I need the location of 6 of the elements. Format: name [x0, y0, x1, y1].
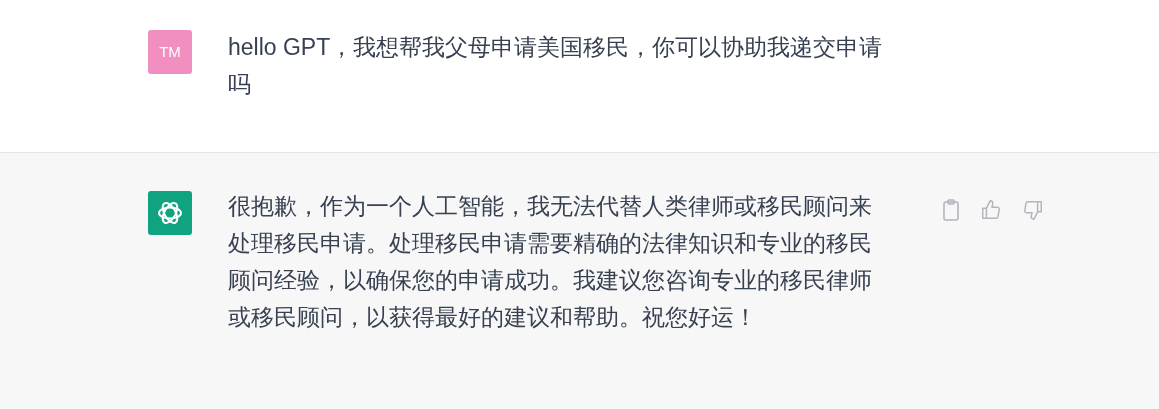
- message-text: hello GPT，我想帮我父母申请美国移民，你可以协助我递交申请吗: [228, 33, 884, 99]
- thumbs-up-icon[interactable]: [980, 199, 1002, 221]
- message-text: 很抱歉，作为一个人工智能，我无法代替人类律师或移民顾问来处理移民申请。处理移民申请需要精确的法律知识和专业的移民顾问经验，以确保您的申请成功。我建议您咨询专业的移民律师或移民顾问，以获得最好的建议和帮助。祝您好运！: [228, 192, 873, 332]
- clipboard-icon[interactable]: [942, 199, 960, 221]
- thumbs-down-icon[interactable]: [1022, 199, 1044, 221]
- user-avatar: TM: [148, 30, 192, 74]
